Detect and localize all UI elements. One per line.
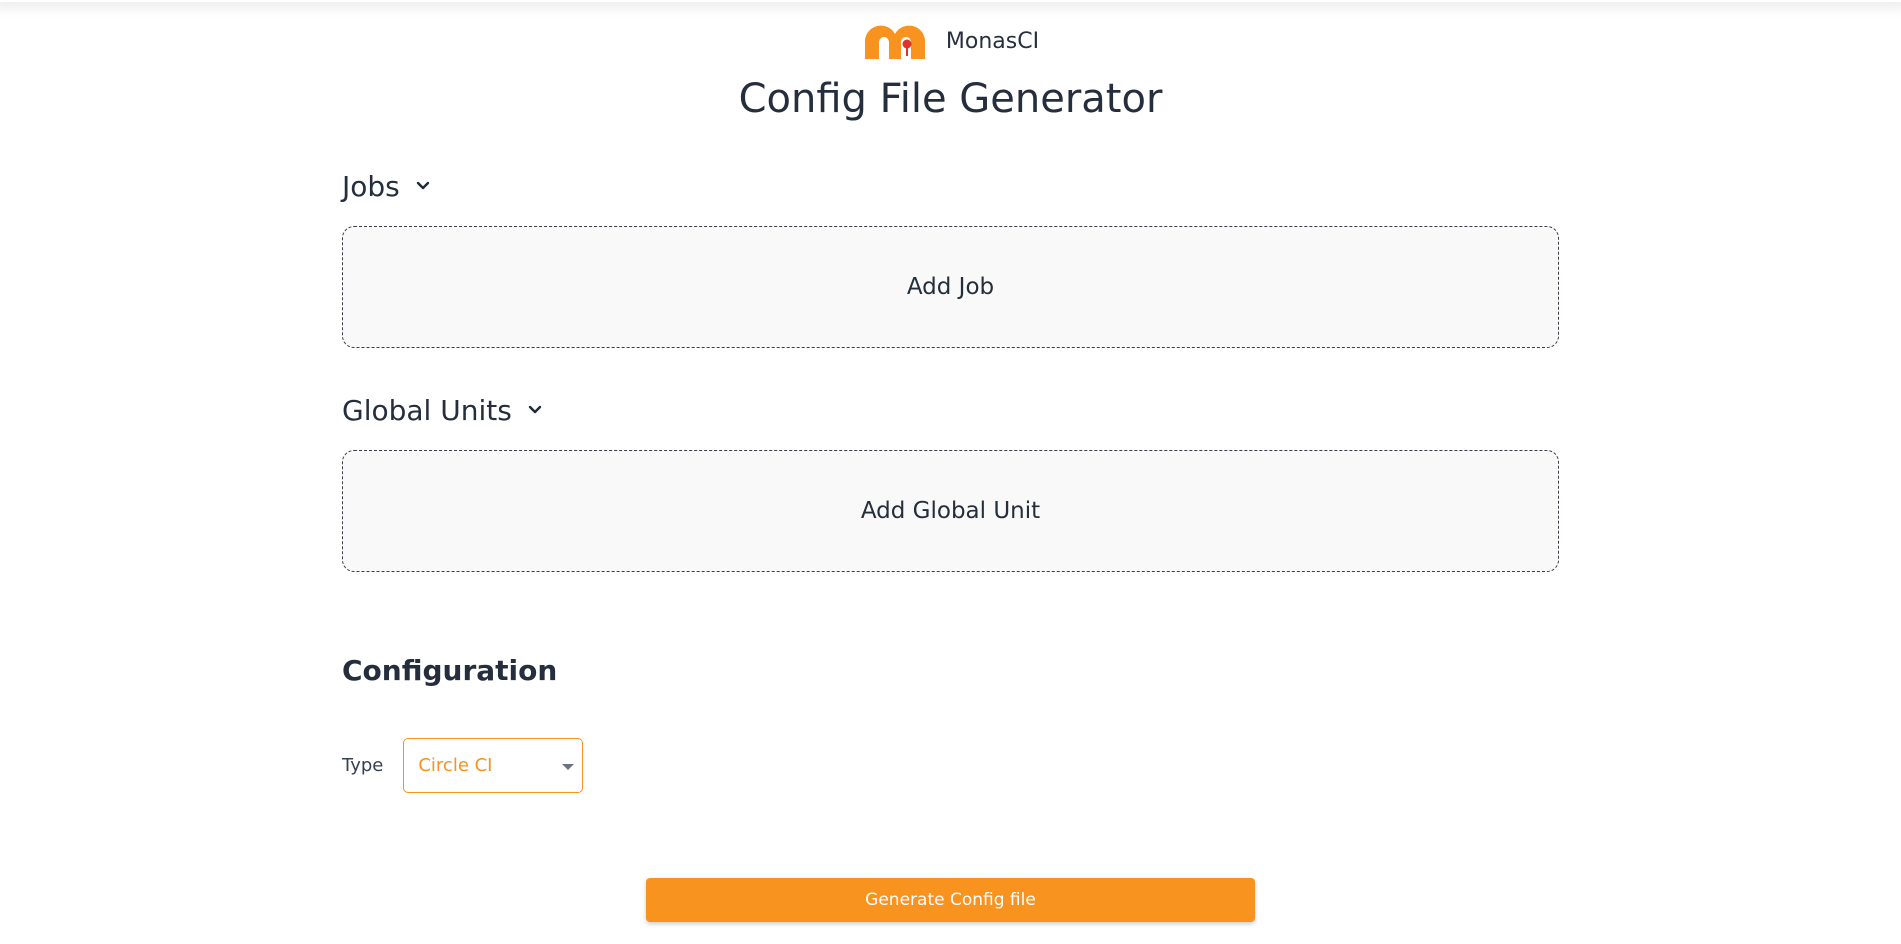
configuration-heading: Configuration [342, 654, 558, 687]
caret-down-icon [562, 764, 575, 770]
brand-name: MonasCI [945, 28, 1040, 54]
top-bar-shadow [0, 0, 1901, 2]
type-select[interactable]: Circle CI [403, 738, 584, 793]
chevron-down-icon [528, 405, 542, 414]
jobs-heading: Jobs [342, 169, 400, 203]
add-job-button[interactable]: Add Job [342, 226, 1559, 348]
configuration-section: Configuration [342, 654, 1559, 687]
add-job-label: Add Job [906, 274, 995, 300]
generate-config-button[interactable]: Generate Config file [646, 878, 1255, 922]
global-units-section: Global Units Add Global Unit [342, 392, 1559, 572]
global-units-heading-toggle[interactable]: Global Units [342, 392, 1559, 428]
header: MonasCI [0, 21, 1901, 61]
chevron-down-icon [416, 181, 429, 190]
add-global-unit-label: Add Global Unit [860, 498, 1041, 524]
monasci-logo-icon [864, 25, 925, 59]
global-units-heading: Global Units [342, 393, 512, 427]
type-label: Type [342, 755, 384, 776]
type-row: Type Circle CI [342, 738, 1559, 793]
jobs-heading-toggle[interactable]: Jobs [342, 168, 1559, 204]
jobs-section: Jobs Add Job [342, 168, 1559, 348]
page-title: Config File Generator [738, 76, 1163, 122]
add-global-unit-button[interactable]: Add Global Unit [342, 450, 1559, 572]
type-select-value: Circle CI [418, 755, 493, 776]
